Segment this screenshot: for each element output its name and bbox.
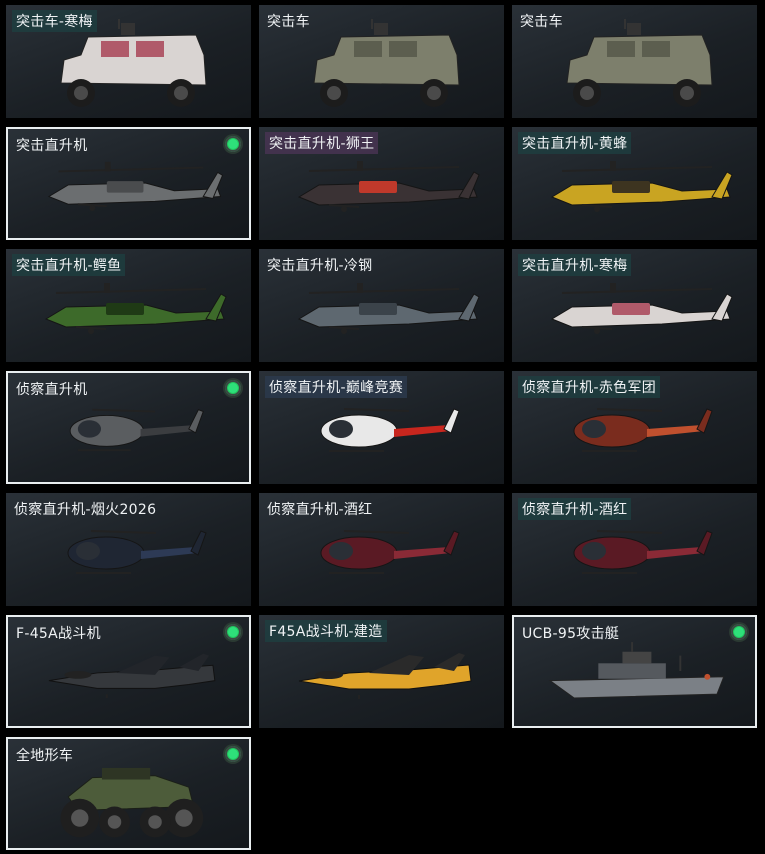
vehicle-name: 侦察直升机-巅峰竞赛: [265, 376, 408, 398]
vehicle-card[interactable]: 侦察直升机-酒红: [512, 493, 757, 606]
vehicle-card[interactable]: 全地形车: [6, 737, 251, 850]
vehicle-card[interactable]: 突击直升机-黄蜂: [512, 127, 757, 240]
vehicle-name: 全地形车: [16, 748, 74, 764]
vehicle-name: 突击直升机: [16, 138, 88, 154]
vehicle-name: 突击直升机-鳄鱼: [12, 254, 126, 276]
equipped-indicator-icon: [225, 746, 241, 762]
vehicle-card[interactable]: F-45A战斗机: [6, 615, 251, 728]
vehicle-name: 侦察直升机-烟火2026: [14, 502, 157, 518]
vehicle-name: 突击直升机-狮王: [265, 132, 379, 154]
vehicle-card[interactable]: 突击车: [259, 5, 504, 118]
vehicle-card[interactable]: 侦察直升机-酒红: [259, 493, 504, 606]
vehicle-card[interactable]: UCB-95攻击艇: [512, 615, 757, 728]
vehicle-name: 突击直升机-黄蜂: [518, 132, 632, 154]
equipped-indicator-icon: [225, 380, 241, 396]
vehicle-name: 突击直升机-冷钢: [267, 258, 373, 274]
vehicle-card[interactable]: 突击直升机-鳄鱼: [6, 249, 251, 362]
vehicle-name: 突击直升机-寒梅: [518, 254, 632, 276]
vehicle-name: 侦察直升机-酒红: [518, 498, 632, 520]
vehicle-name: 突击车: [520, 14, 563, 30]
vehicle-card[interactable]: 突击直升机-狮王: [259, 127, 504, 240]
vehicle-card[interactable]: 突击车-寒梅: [6, 5, 251, 118]
vehicle-name: 突击车-寒梅: [12, 10, 97, 32]
vehicle-card[interactable]: F45A战斗机-建造: [259, 615, 504, 728]
vehicle-name: 侦察直升机-酒红: [267, 502, 373, 518]
vehicle-name: 侦察直升机: [16, 382, 88, 398]
vehicle-name: 突击车: [267, 14, 310, 30]
vehicle-name: F-45A战斗机: [16, 626, 101, 642]
vehicle-name: UCB-95攻击艇: [522, 626, 620, 642]
equipped-indicator-icon: [225, 136, 241, 152]
vehicle-name: F45A战斗机-建造: [265, 620, 387, 642]
vehicle-name: 侦察直升机-赤色军团: [518, 376, 661, 398]
equipped-indicator-icon: [731, 624, 747, 640]
vehicle-card[interactable]: 突击直升机-寒梅: [512, 249, 757, 362]
vehicle-card[interactable]: 突击直升机: [6, 127, 251, 240]
vehicle-card[interactable]: 侦察直升机-赤色军团: [512, 371, 757, 484]
vehicle-card[interactable]: 侦察直升机-巅峰竞赛: [259, 371, 504, 484]
vehicle-card[interactable]: 突击车: [512, 5, 757, 118]
vehicle-card[interactable]: 侦察直升机: [6, 371, 251, 484]
equipped-indicator-icon: [225, 624, 241, 640]
vehicle-card[interactable]: 突击直升机-冷钢: [259, 249, 504, 362]
vehicle-card[interactable]: 侦察直升机-烟火2026: [6, 493, 251, 606]
